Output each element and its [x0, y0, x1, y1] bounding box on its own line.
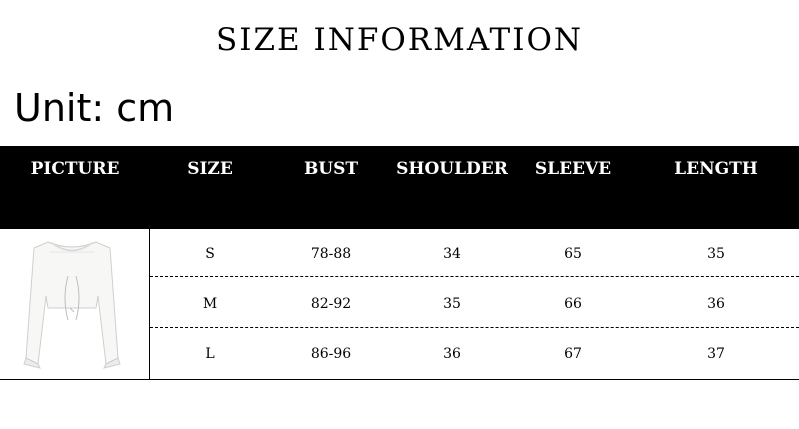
table-bottom-border [0, 379, 799, 380]
cell-length: 35 [707, 246, 725, 262]
page-title: SIZE INFORMATION [215, 22, 584, 58]
header-size: SIZE [187, 159, 233, 179]
cell-sleeve: 67 [564, 346, 582, 362]
cell-bust: 86-96 [310, 346, 352, 362]
cell-size: M [202, 296, 218, 312]
header-shoulder: SHOULDER [396, 159, 508, 179]
white-crop-top-image [23, 241, 121, 369]
cell-sleeve: 66 [564, 296, 582, 312]
header-picture: PICTURE [30, 159, 120, 179]
cell-shoulder: 35 [443, 296, 461, 312]
cell-sleeve: 65 [564, 246, 582, 262]
row-divider [150, 276, 799, 277]
cell-size: L [205, 346, 215, 362]
cell-length: 37 [707, 346, 725, 362]
cell-bust: 78-88 [310, 246, 352, 262]
header-bust: BUST [303, 159, 359, 179]
cell-shoulder: 34 [443, 246, 461, 262]
header-length: LENGTH [674, 159, 758, 179]
table-row: S 78-88 34 65 35 [150, 229, 799, 279]
table-row: L 86-96 36 67 37 [150, 329, 799, 379]
header-sleeve: SLEEVE [534, 159, 612, 179]
unit-label: Unit: cm [14, 86, 175, 130]
row-divider [150, 327, 799, 328]
cell-size: S [205, 246, 215, 262]
cell-shoulder: 36 [443, 346, 461, 362]
cell-length: 36 [707, 296, 725, 312]
product-picture [18, 236, 126, 375]
table-row: M 82-92 35 66 36 [150, 279, 799, 329]
cell-bust: 82-92 [310, 296, 352, 312]
